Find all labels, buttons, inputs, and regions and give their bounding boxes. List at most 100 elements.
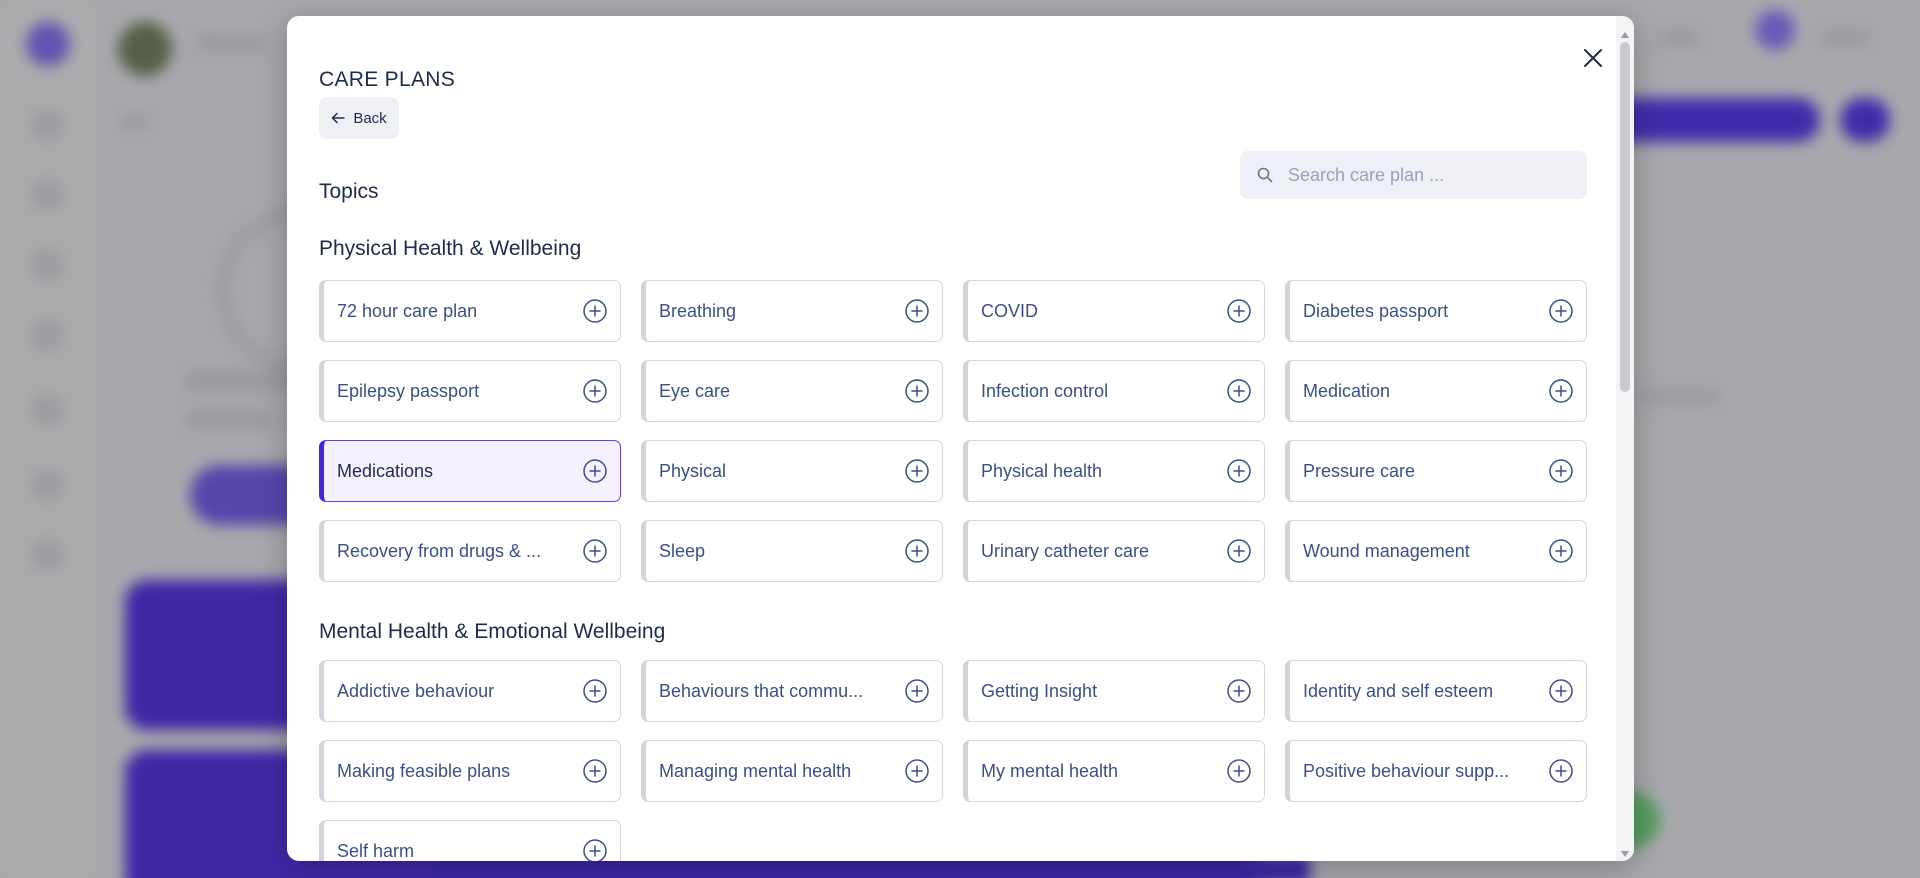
- care-plan-label: Pressure care: [1303, 460, 1416, 481]
- care-plan-label: Medications: [337, 460, 434, 481]
- care-plan-card[interactable]: 72 hour care plan: [319, 280, 621, 342]
- plus-circle-icon: [583, 759, 607, 783]
- plus-circle-icon: [1227, 539, 1251, 563]
- add-care-plan-button[interactable]: [1226, 678, 1252, 704]
- care-plan-card[interactable]: Managing mental health: [641, 740, 943, 802]
- add-care-plan-button[interactable]: [1226, 378, 1252, 404]
- care-plan-label: Diabetes passport: [1303, 300, 1449, 321]
- care-plan-card[interactable]: Pressure care: [1285, 440, 1587, 502]
- care-plan-label: Physical: [659, 460, 727, 481]
- add-care-plan-button[interactable]: [582, 298, 608, 324]
- care-plan-label: Positive behaviour supp...: [1303, 760, 1510, 781]
- care-plan-card[interactable]: My mental health: [963, 740, 1265, 802]
- care-plan-label: Eye care: [659, 380, 731, 401]
- plus-circle-icon: [905, 379, 929, 403]
- care-plan-card[interactable]: Diabetes passport: [1285, 280, 1587, 342]
- add-care-plan-button[interactable]: [904, 538, 930, 564]
- care-plan-card[interactable]: Identity and self esteem: [1285, 660, 1587, 722]
- care-plan-label: 72 hour care plan: [337, 300, 478, 321]
- care-plan-label: Urinary catheter care: [981, 540, 1150, 561]
- close-button[interactable]: [1580, 45, 1606, 71]
- care-plan-card[interactable]: COVID: [963, 280, 1265, 342]
- plus-circle-icon: [583, 839, 607, 861]
- search-icon: [1257, 167, 1273, 183]
- add-care-plan-button[interactable]: [582, 458, 608, 484]
- add-care-plan-button[interactable]: [1548, 378, 1574, 404]
- plus-circle-icon: [1227, 299, 1251, 323]
- plus-circle-icon: [1227, 759, 1251, 783]
- add-care-plan-button[interactable]: [1226, 458, 1252, 484]
- care-plan-card[interactable]: Sleep: [641, 520, 943, 582]
- care-plan-card[interactable]: Epilepsy passport: [319, 360, 621, 422]
- plus-circle-icon: [583, 679, 607, 703]
- care-plan-label: Self harm: [337, 840, 415, 861]
- care-plan-card[interactable]: Medications: [319, 440, 621, 502]
- care-plan-card[interactable]: Addictive behaviour: [319, 660, 621, 722]
- care-plan-card[interactable]: Making feasible plans: [319, 740, 621, 802]
- add-care-plan-button[interactable]: [1226, 758, 1252, 784]
- back-button[interactable]: Back: [319, 97, 399, 139]
- add-care-plan-button[interactable]: [1548, 678, 1574, 704]
- plus-circle-icon: [1549, 299, 1573, 323]
- care-plan-label: Behaviours that commu...: [659, 680, 864, 701]
- care-plan-card[interactable]: Wound management: [1285, 520, 1587, 582]
- plus-circle-icon: [905, 539, 929, 563]
- plus-circle-icon: [905, 459, 929, 483]
- care-plan-card[interactable]: Infection control: [963, 360, 1265, 422]
- plus-circle-icon: [1549, 459, 1573, 483]
- add-care-plan-button[interactable]: [1548, 458, 1574, 484]
- add-care-plan-button[interactable]: [904, 678, 930, 704]
- care-plan-card[interactable]: Positive behaviour supp...: [1285, 740, 1587, 802]
- add-care-plan-button[interactable]: [582, 838, 608, 861]
- plus-circle-icon: [583, 299, 607, 323]
- care-plan-card[interactable]: Behaviours that commu...: [641, 660, 943, 722]
- add-care-plan-button[interactable]: [1548, 538, 1574, 564]
- care-plan-card[interactable]: Recovery from drugs & ...: [319, 520, 621, 582]
- care-plan-card[interactable]: Self harm: [319, 820, 621, 861]
- care-plan-label: Recovery from drugs & ...: [337, 540, 542, 561]
- search-box[interactable]: [1240, 151, 1587, 199]
- care-plan-label: My mental health: [981, 760, 1119, 781]
- plus-circle-icon: [583, 459, 607, 483]
- add-care-plan-button[interactable]: [904, 758, 930, 784]
- plus-circle-icon: [583, 379, 607, 403]
- add-care-plan-button[interactable]: [582, 538, 608, 564]
- plus-circle-icon: [1549, 539, 1573, 563]
- plus-circle-icon: [1549, 679, 1573, 703]
- care-plan-card[interactable]: Medication: [1285, 360, 1587, 422]
- care-plan-label: Infection control: [981, 380, 1109, 401]
- add-care-plan-button[interactable]: [904, 458, 930, 484]
- plus-circle-icon: [905, 679, 929, 703]
- care-plan-label: COVID: [981, 300, 1039, 321]
- add-care-plan-button[interactable]: [582, 378, 608, 404]
- search-input[interactable]: [1288, 164, 1568, 186]
- care-plan-card[interactable]: Physical health: [963, 440, 1265, 502]
- scroll-down-arrow[interactable]: [1621, 851, 1629, 857]
- modal-content: CARE PLANS Back Topics Physical Health &…: [287, 16, 1616, 861]
- care-plan-card[interactable]: Physical: [641, 440, 943, 502]
- add-care-plan-button[interactable]: [1226, 538, 1252, 564]
- arrow-left-icon: [332, 112, 346, 124]
- care-plan-label: Making feasible plans: [337, 760, 511, 781]
- care-plan-card[interactable]: Eye care: [641, 360, 943, 422]
- add-care-plan-button[interactable]: [582, 678, 608, 704]
- scroll-thumb[interactable]: [1620, 42, 1630, 392]
- close-icon: [1584, 49, 1602, 67]
- section-title-mental-health: Mental Health & Emotional Wellbeing: [319, 620, 666, 643]
- care-plan-card[interactable]: Urinary catheter care: [963, 520, 1265, 582]
- plus-circle-icon: [1227, 679, 1251, 703]
- add-care-plan-button[interactable]: [1548, 298, 1574, 324]
- add-care-plan-button[interactable]: [582, 758, 608, 784]
- add-care-plan-button[interactable]: [904, 298, 930, 324]
- scrollbar[interactable]: [1616, 16, 1634, 861]
- care-plan-label: Managing mental health: [659, 760, 852, 781]
- add-care-plan-button[interactable]: [1548, 758, 1574, 784]
- back-label: Back: [353, 109, 387, 127]
- care-plan-card[interactable]: Breathing: [641, 280, 943, 342]
- care-plan-label: Wound management: [1303, 540, 1470, 561]
- care-plan-card[interactable]: Getting Insight: [963, 660, 1265, 722]
- add-care-plan-button[interactable]: [904, 378, 930, 404]
- scroll-up-arrow[interactable]: [1621, 32, 1629, 38]
- plus-circle-icon: [1227, 459, 1251, 483]
- add-care-plan-button[interactable]: [1226, 298, 1252, 324]
